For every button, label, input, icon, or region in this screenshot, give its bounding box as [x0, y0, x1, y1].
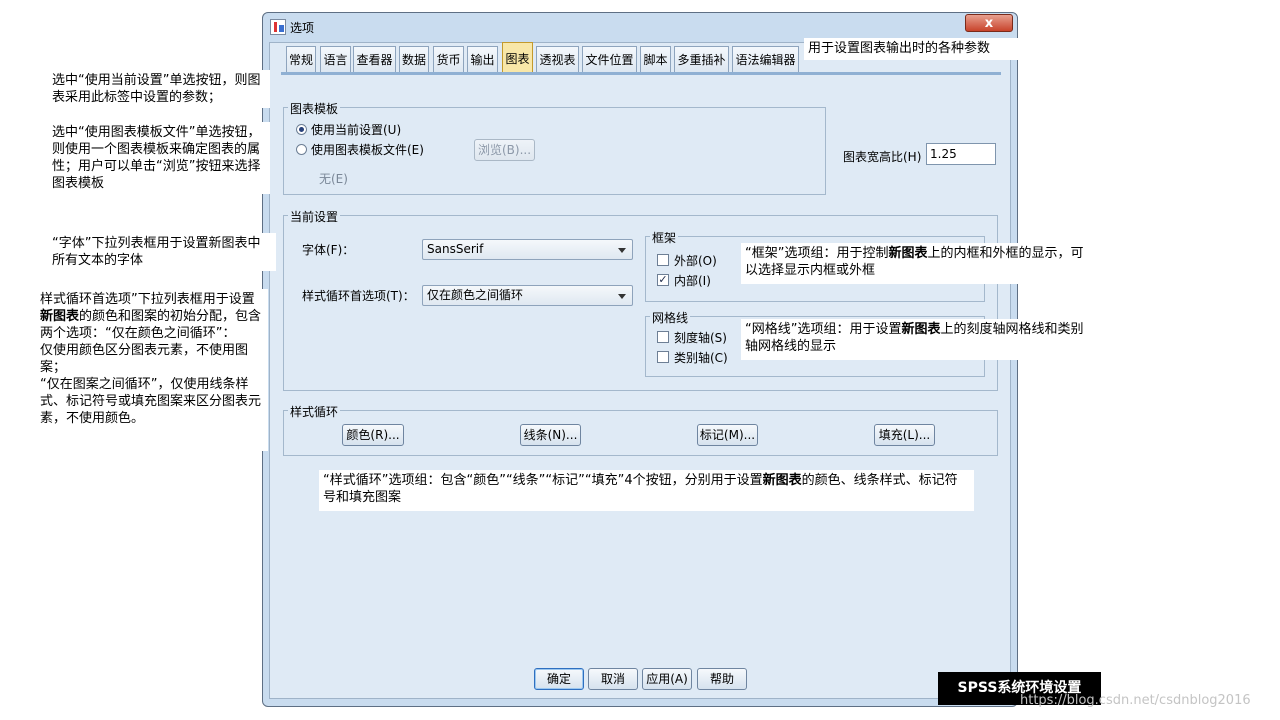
frame-inner-label[interactable]: 内部(I) — [674, 272, 711, 289]
scale-axis-label[interactable]: 刻度轴(S) — [674, 329, 727, 346]
annotation-frame-part1: “框架”选项组：用于控制 — [745, 246, 889, 261]
annotation-template-file: 选中“使用图表模板文件”单选按钮，则使用一个图表模板来确定图表的属性；用户可以单… — [48, 122, 270, 194]
lines-button[interactable]: 线条(N)... — [520, 424, 581, 446]
tab-data[interactable]: 数据 — [399, 46, 429, 72]
category-axis-label[interactable]: 类别轴(C) — [674, 349, 728, 366]
frame-outer-label[interactable]: 外部(O) — [674, 252, 717, 269]
markers-button[interactable]: 标记(M)... — [697, 424, 758, 446]
ok-button[interactable]: 确定 — [534, 668, 584, 690]
aspect-ratio-label: 图表宽高比(H) — [843, 150, 922, 164]
chevron-down-icon — [618, 294, 626, 299]
current-settings-title: 当前设置 — [288, 208, 341, 225]
annotation-style-cycle: “样式循环”选项组：包含“颜色”“线条”“标记”“填充”4个按钮，分别用于设置新… — [319, 470, 974, 511]
annotation-use-current: 选中“使用当前设置”单选按钮，则图表采用此标签中设置的参数； — [48, 70, 270, 108]
tab-pivot-tables[interactable]: 透视表 — [536, 46, 579, 72]
tab-currency[interactable]: 货币 — [433, 46, 464, 72]
annotation-style-cycle-part1: “样式循环”选项组：包含“颜色”“线条”“标记”“填充”4个按钮，分别用于设置 — [323, 473, 763, 488]
annotation-style-cycle-pref: 样式循环首选项”下拉列表框用于设置新图表的颜色和图案的初始分配，包含两个选项：“… — [36, 289, 268, 451]
aspect-ratio-input[interactable]: 1.25 — [926, 143, 996, 165]
tab-viewer[interactable]: 查看器 — [353, 46, 396, 72]
apply-button[interactable]: 应用(A) — [642, 668, 692, 690]
browse-button[interactable]: 浏览(B)... — [474, 139, 535, 161]
colors-button[interactable]: 颜色(R)... — [342, 424, 404, 446]
style-cycle-pref-value: 仅在颜色之间循环 — [427, 288, 524, 302]
annotation-style-cycle-pref-part4: “仅在图案之间循环”，仅使用线条样式、标记符号或填充图案来区分图表元素，不使用颜… — [40, 377, 262, 426]
close-button[interactable]: x — [965, 14, 1013, 32]
use-current-settings-radio[interactable] — [296, 124, 307, 135]
annotation-gridlines-part1: “网格线”选项组：用于设置 — [745, 322, 902, 337]
chart-template-title: 图表模板 — [288, 100, 341, 117]
tab-multiple-imputations[interactable]: 多重插补 — [674, 46, 729, 72]
style-cycle-title: 样式循环 — [288, 403, 341, 420]
use-template-file-label[interactable]: 使用图表模板文件(E) — [311, 141, 424, 158]
spss-app-icon — [270, 19, 286, 35]
window-title: 选项 — [290, 21, 315, 35]
tab-file-locations[interactable]: 文件位置 — [582, 46, 637, 72]
chevron-down-icon — [618, 248, 626, 253]
fills-button[interactable]: 填充(L)... — [874, 424, 935, 446]
annotation-style-cycle-pref-part1: 样式循环首选项”下拉列表框用于设置 — [40, 292, 255, 307]
annotation-style-cycle-pref-part3: 仅使用颜色区分图表元素，不使用图案； — [40, 343, 249, 375]
template-file-none-text: 无(E) — [319, 172, 348, 186]
cancel-button[interactable]: 取消 — [588, 668, 638, 690]
category-axis-checkbox[interactable] — [657, 351, 669, 363]
tab-charts[interactable]: 图表 — [502, 42, 533, 72]
font-dropdown-value: SansSerif — [427, 242, 484, 256]
tab-output[interactable]: 输出 — [467, 46, 498, 72]
style-cycle-pref-dropdown[interactable]: 仅在颜色之间循环 — [422, 285, 633, 306]
help-button[interactable]: 帮助 — [697, 668, 747, 690]
watermark-text: https://blog.csdn.net/csdnblog2016 — [1020, 693, 1251, 708]
tab-syntax-editor[interactable]: 语法编辑器 — [732, 46, 799, 72]
annotation-frame-bold: 新图表 — [888, 246, 928, 261]
frame-outer-checkbox[interactable] — [657, 254, 669, 266]
use-current-settings-label[interactable]: 使用当前设置(U) — [311, 121, 401, 138]
annotation-style-cycle-pref-bold: 新图表 — [40, 309, 80, 324]
tab-language[interactable]: 语言 — [320, 46, 351, 72]
title-bar: 选项 x — [263, 13, 1017, 41]
annotation-frame: “框架”选项组：用于控制新图表上的内框和外框的显示，可以选择显示内框或外框 — [741, 243, 1096, 284]
annotation-chart-tab: 用于设置图表输出时的各种参数 — [804, 38, 1022, 60]
annotation-style-cycle-bold: 新图表 — [762, 473, 802, 488]
annotation-font: “字体”下拉列表框用于设置新图表中所有文本的字体 — [48, 233, 276, 271]
frame-group-title: 框架 — [650, 229, 679, 246]
gridlines-group-title: 网格线 — [650, 309, 691, 326]
tab-general[interactable]: 常规 — [286, 46, 316, 72]
font-label: 字体(F)： — [302, 243, 355, 257]
tab-strip-underline — [281, 72, 1001, 75]
scale-axis-checkbox[interactable] — [657, 331, 669, 343]
font-dropdown[interactable]: SansSerif — [422, 239, 633, 260]
use-template-file-radio[interactable] — [296, 144, 307, 155]
style-cycle-pref-label: 样式循环首选项(T)： — [302, 289, 415, 303]
tab-scripts[interactable]: 脚本 — [640, 46, 671, 72]
annotation-gridlines: “网格线”选项组：用于设置新图表上的刻度轴网格线和类别轴网格线的显示 — [741, 319, 1096, 360]
annotation-gridlines-bold: 新图表 — [901, 322, 941, 337]
frame-inner-checkbox[interactable]: ✓ — [657, 274, 669, 286]
